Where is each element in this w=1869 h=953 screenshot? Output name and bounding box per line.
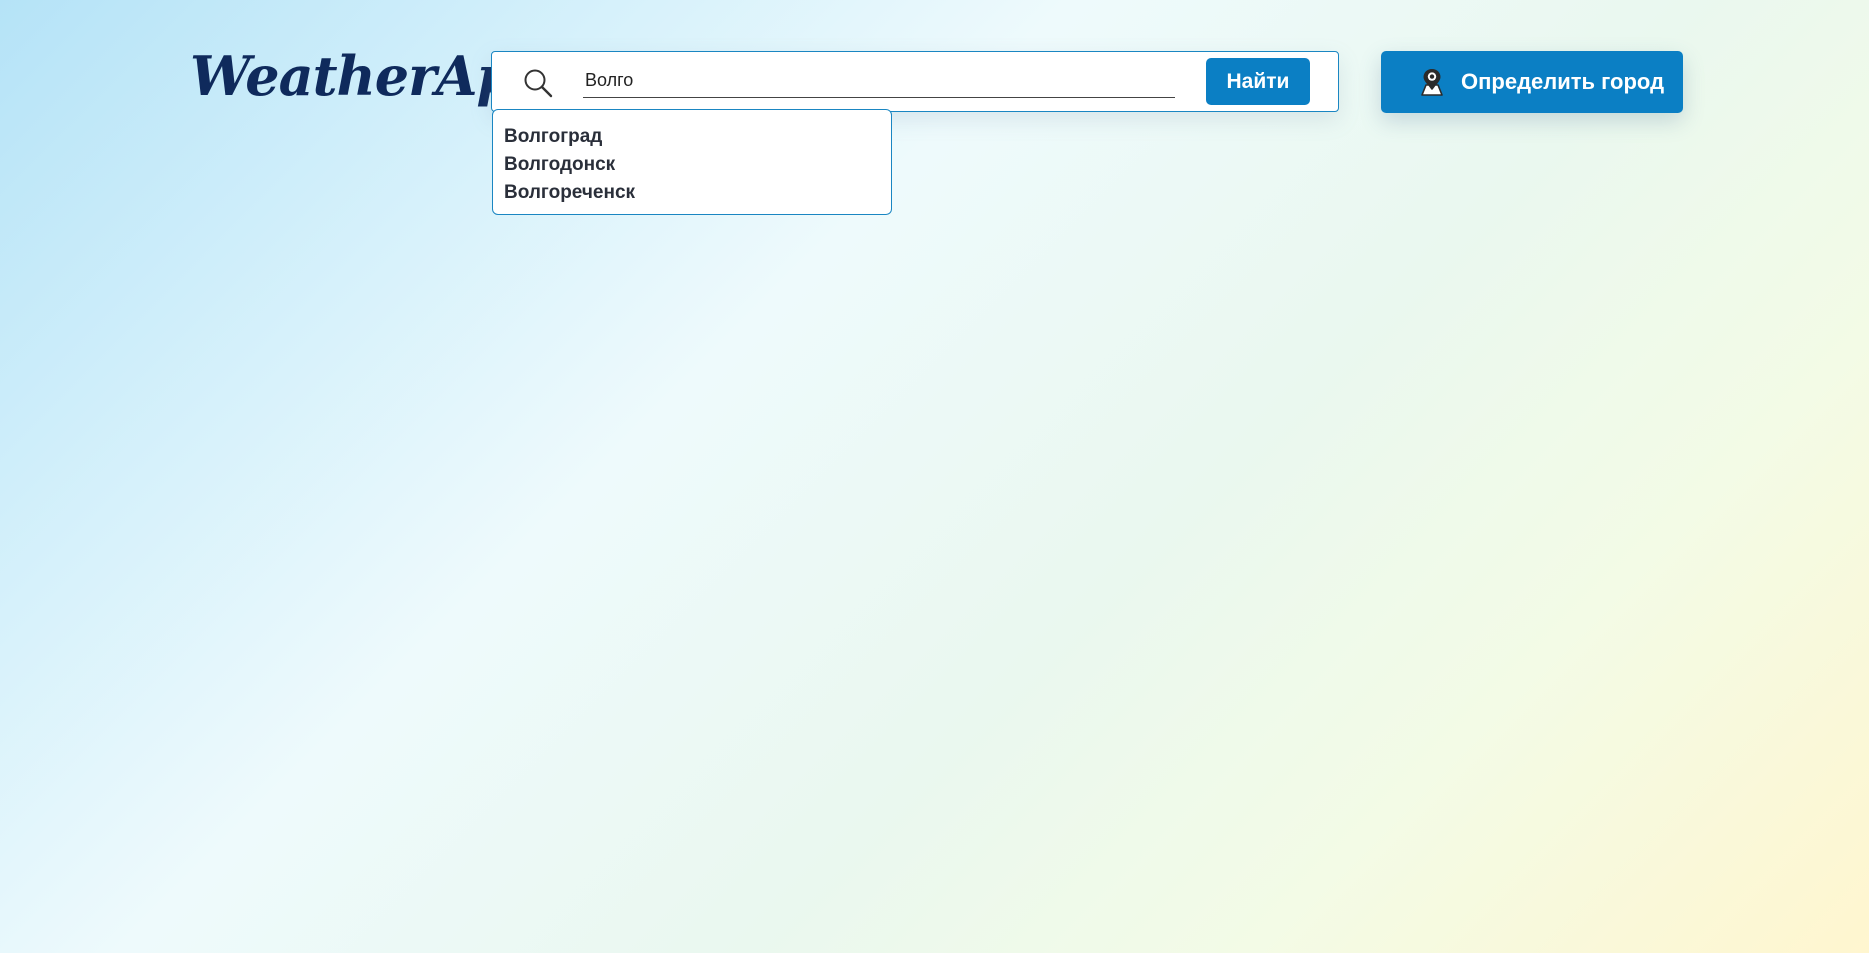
search-icon bbox=[523, 68, 553, 98]
search-bar: Найти bbox=[491, 51, 1339, 112]
detect-city-button[interactable]: Определить город bbox=[1381, 51, 1683, 113]
city-search-input[interactable] bbox=[583, 64, 1175, 98]
location-person-icon bbox=[1417, 67, 1447, 97]
detect-city-label: Определить город bbox=[1461, 69, 1665, 94]
suggestion-item[interactable]: Волгоград bbox=[504, 123, 891, 151]
suggestion-item[interactable]: Волгодонск bbox=[504, 151, 891, 179]
suggestions-dropdown: Волгоград Волгодонск Волгореченск bbox=[492, 109, 892, 215]
find-button[interactable]: Найти bbox=[1206, 58, 1310, 105]
suggestion-item[interactable]: Волгореченск bbox=[504, 179, 891, 207]
